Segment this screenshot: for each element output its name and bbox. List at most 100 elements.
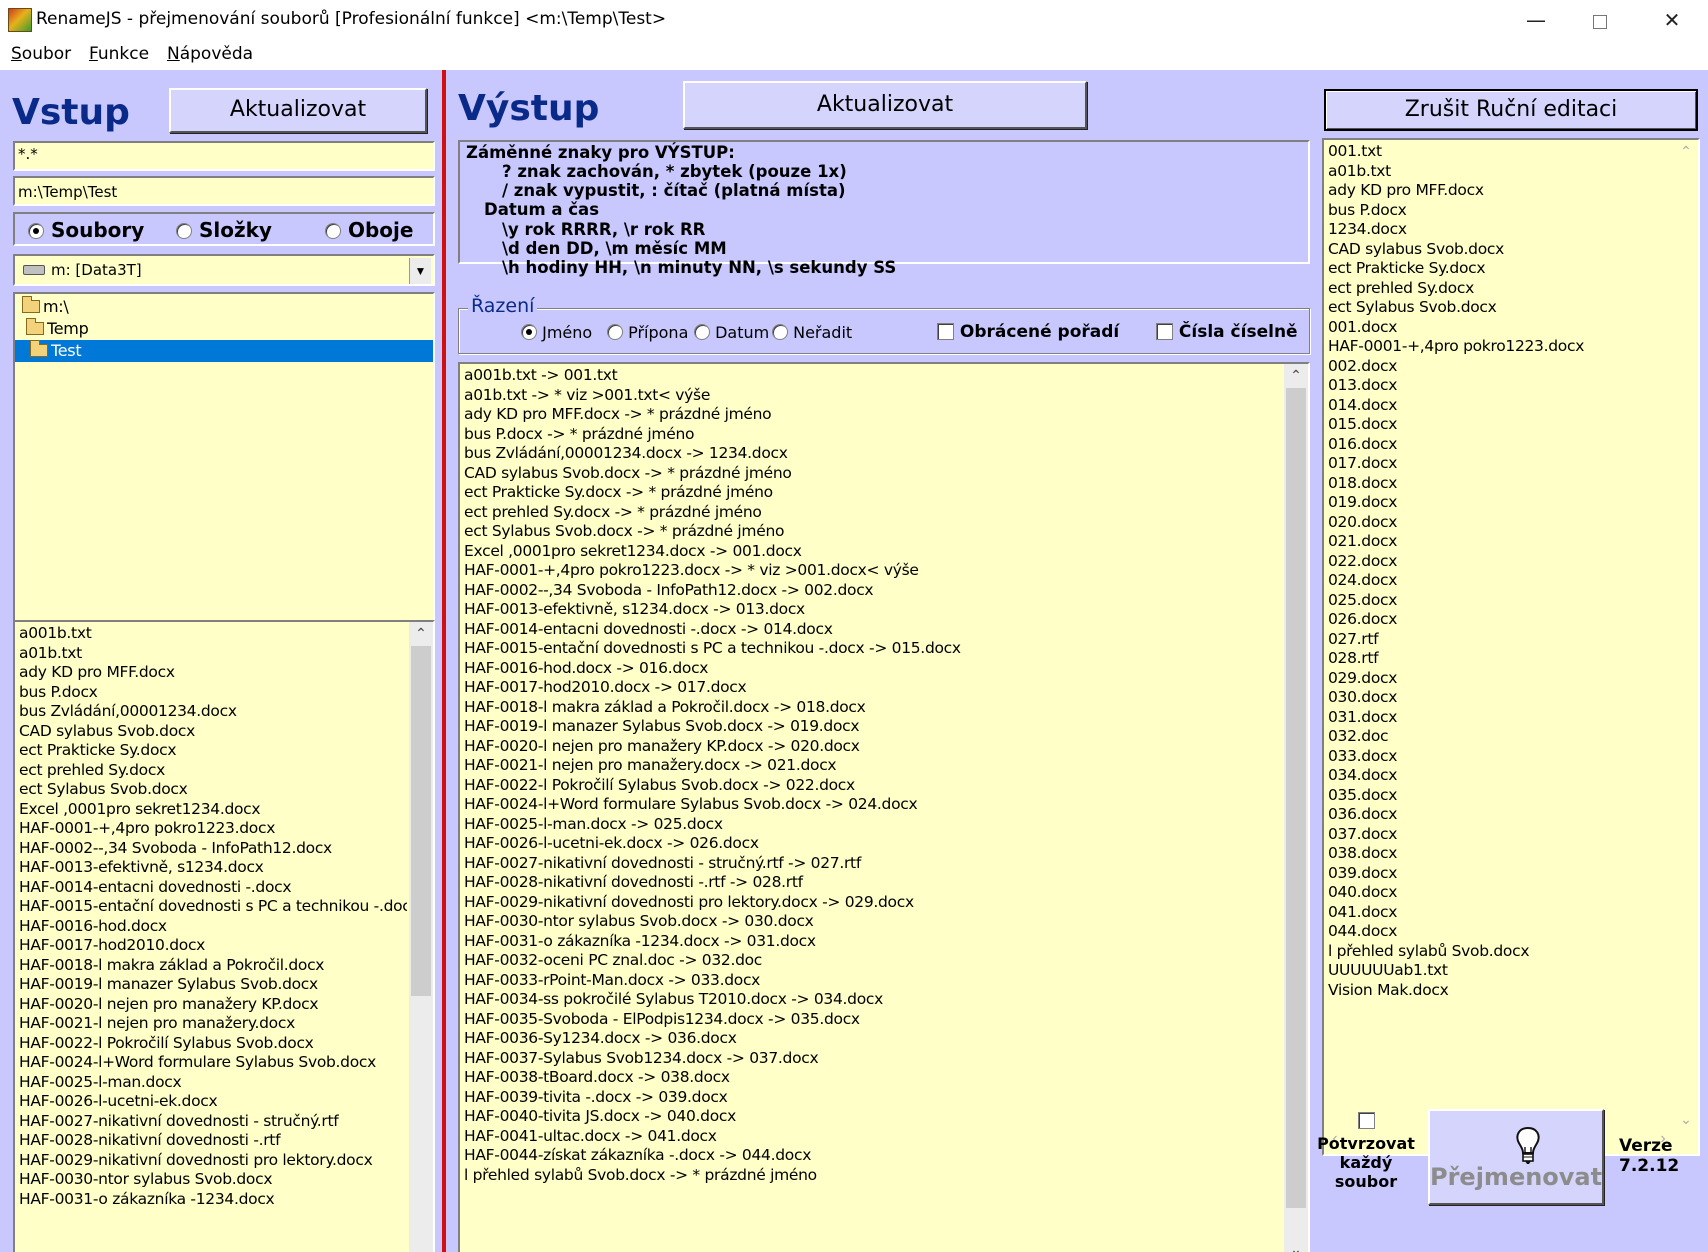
result-name-item[interactable]: 013.docx [1324, 376, 1670, 396]
input-file-item[interactable]: HAF-0020-l nejen pro manažery KP.docx [15, 995, 407, 1015]
rename-preview-item[interactable]: HAF-0033-rPoint-Man.docx -> 033.docx [460, 971, 1282, 991]
rename-preview-list[interactable]: a001b.txt -> 001.txt a01b.txt -> * viz >0… [458, 362, 1310, 1252]
result-name-item[interactable]: 040.docx [1324, 883, 1670, 903]
result-name-item[interactable]: 017.docx [1324, 454, 1670, 474]
input-file-item[interactable]: HAF-0019-l manazer Sylabus Svob.docx [15, 975, 407, 995]
input-file-item[interactable]: HAF-0024-l+Word formulare Sylabus Svob.d… [15, 1053, 407, 1073]
result-name-item[interactable]: 019.docx [1324, 493, 1670, 513]
scroll-up-icon[interactable]: ⌃ [409, 622, 433, 644]
rename-preview-item[interactable]: HAF-0013-efektivně, s1234.docx -> 013.do… [460, 600, 1282, 620]
rename-preview-item[interactable]: HAF-0016-hod.docx -> 016.docx [460, 659, 1282, 679]
rename-preview-item[interactable]: l přehled sylabů Svob.docx -> * prázdné … [460, 1166, 1282, 1186]
rename-preview-item[interactable]: HAF-0032-oceni PC znal.doc -> 032.doc [460, 951, 1282, 971]
drive-select[interactable]: m: [Data3T] ▼ [13, 254, 435, 286]
close-button[interactable]: ✕ [1644, 0, 1700, 40]
rename-preview-item[interactable]: HAF-0041-ultac.docx -> 041.docx [460, 1127, 1282, 1147]
scroll-down-icon[interactable]: ⌄ [1284, 1238, 1308, 1252]
scroll-down-icon[interactable]: ⌄ [1674, 1108, 1698, 1130]
result-name-item[interactable]: 030.docx [1324, 688, 1670, 708]
input-file-item[interactable]: HAF-0013-efektivně, s1234.docx [15, 858, 407, 878]
mode-soubory-radio[interactable] [28, 223, 44, 239]
input-file-item[interactable]: a01b.txt [15, 644, 407, 664]
mode-soubory[interactable]: Soubory [28, 218, 144, 242]
result-name-item[interactable]: bus P.docx [1324, 201, 1670, 221]
input-file-item[interactable]: ect Prakticke Sy.docx [15, 741, 407, 761]
input-file-item[interactable]: HAF-0001-+,4pro pokro1223.docx [15, 819, 407, 839]
input-file-item[interactable]: HAF-0031-o zákazníka -1234.docx [15, 1190, 407, 1210]
result-name-item[interactable]: ect Prakticke Sy.docx [1324, 259, 1670, 279]
rename-preview-item[interactable]: HAF-0019-l manazer Sylabus Svob.docx -> … [460, 717, 1282, 737]
input-file-item[interactable]: HAF-0022-l Pokročilí Sylabus Svob.docx [15, 1034, 407, 1054]
input-file-item[interactable]: bus P.docx [15, 683, 407, 703]
result-name-item[interactable]: 024.docx [1324, 571, 1670, 591]
input-file-item[interactable]: HAF-0021-l nejen pro manažery.docx [15, 1014, 407, 1034]
result-name-item[interactable]: 1234.docx [1324, 220, 1670, 240]
rename-preview-item[interactable]: HAF-0035-Svoboda - ElPodpis1234.docx -> … [460, 1010, 1282, 1030]
result-vscrollbar[interactable]: ⌃ ⌄ [1674, 140, 1698, 1130]
rename-preview-item[interactable]: HAF-0001-+,4pro pokro1223.docx -> * viz … [460, 561, 1282, 581]
cancel-manual-edit-button[interactable]: Zrušit Ruční editaci [1324, 89, 1698, 131]
rename-preview-item[interactable]: ect Sylabus Svob.docx -> * prázdné jméno [460, 522, 1282, 542]
input-file-item[interactable]: ady KD pro MFF.docx [15, 663, 407, 683]
scroll-up-icon[interactable]: ⌃ [1674, 140, 1698, 162]
sort-jmeno[interactable]: Jméno [521, 323, 592, 342]
result-name-item[interactable]: UUUUUUab1.txt [1324, 961, 1670, 981]
menu-funkce[interactable]: Funkce [89, 44, 149, 64]
scroll-up-icon[interactable]: ⌃ [1284, 364, 1308, 386]
result-name-item[interactable]: 032.doc [1324, 727, 1670, 747]
numeric-sort-option[interactable]: Čísla číselně [1156, 322, 1298, 342]
result-name-item[interactable]: 031.docx [1324, 708, 1670, 728]
rename-preview-item[interactable]: HAF-0040-tivita JS.docx -> 040.docx [460, 1107, 1282, 1127]
mode-slozky[interactable]: Složky [176, 218, 272, 242]
rename-preview-item[interactable]: HAF-0017-hod2010.docx -> 017.docx [460, 678, 1282, 698]
sort-datum-radio[interactable] [694, 324, 710, 340]
rename-preview-item[interactable]: a01b.txt -> * viz >001.txt< výše [460, 386, 1282, 406]
rename-preview-item[interactable]: HAF-0030-ntor sylabus Svob.docx -> 030.d… [460, 912, 1282, 932]
rename-preview-item[interactable]: HAF-0021-l nejen pro manažery.docx -> 02… [460, 756, 1282, 776]
result-name-item[interactable]: ady KD pro MFF.docx [1324, 181, 1670, 201]
result-name-item[interactable]: Vision Mak.docx [1324, 981, 1670, 1001]
rename-preview-item[interactable]: HAF-0027-nikativní dovednosti - stručný.… [460, 854, 1282, 874]
input-file-item[interactable]: HAF-0027-nikativní dovednosti - stručný.… [15, 1112, 407, 1132]
result-name-item[interactable]: 022.docx [1324, 552, 1670, 572]
rename-preview-item[interactable]: HAF-0044-získat zákazníka -.docx -> 044.… [460, 1146, 1282, 1166]
input-file-item[interactable]: HAF-0016-hod.docx [15, 917, 407, 937]
result-name-item[interactable]: 026.docx [1324, 610, 1670, 630]
result-name-item[interactable]: ect prehled Sy.docx [1324, 279, 1670, 299]
input-file-item[interactable]: HAF-0002--,34 Svoboda - InfoPath12.docx [15, 839, 407, 859]
rename-preview-item[interactable]: HAF-0022-l Pokročilí Sylabus Svob.docx -… [460, 776, 1282, 796]
menu-soubor[interactable]: Soubor [11, 44, 71, 64]
mask-input[interactable]: *.* [13, 141, 435, 171]
result-name-item[interactable]: 016.docx [1324, 435, 1670, 455]
output-refresh-button[interactable]: Aktualizovat [683, 81, 1087, 129]
result-name-item[interactable]: 020.docx [1324, 513, 1670, 533]
rename-preview-item[interactable]: ady KD pro MFF.docx -> * prázdné jméno [460, 405, 1282, 425]
rename-preview-item[interactable]: a001b.txt -> 001.txt [460, 366, 1282, 386]
folder-item-temp[interactable]: Temp [15, 318, 433, 340]
result-name-item[interactable]: 044.docx [1324, 922, 1670, 942]
sort-pripona-radio[interactable] [607, 324, 623, 340]
result-name-item[interactable]: 029.docx [1324, 669, 1670, 689]
rename-preview-item[interactable]: Excel ,0001pro sekret1234.docx -> 001.do… [460, 542, 1282, 562]
rename-preview-item[interactable]: HAF-0015-entační dovednosti s PC a techn… [460, 639, 1282, 659]
input-file-item[interactable]: ect Sylabus Svob.docx [15, 780, 407, 800]
rename-preview-item[interactable]: HAF-0031-o zákazníka -1234.docx -> 031.d… [460, 932, 1282, 952]
input-file-item[interactable]: CAD sylabus Svob.docx [15, 722, 407, 742]
mode-oboje-radio[interactable] [325, 223, 341, 239]
rename-preview-item[interactable]: HAF-0020-l nejen pro manažery KP.docx ->… [460, 737, 1282, 757]
result-name-item[interactable]: 034.docx [1324, 766, 1670, 786]
input-file-item[interactable]: bus Zvládání,00001234.docx [15, 702, 407, 722]
rename-preview-item[interactable]: HAF-0037-Sylabus Svob1234.docx -> 037.do… [460, 1049, 1282, 1069]
input-file-item[interactable]: a001b.txt [15, 624, 407, 644]
rename-preview-item[interactable]: bus Zvládání,00001234.docx -> 1234.docx [460, 444, 1282, 464]
result-name-item[interactable]: 041.docx [1324, 903, 1670, 923]
rename-preview-item[interactable]: HAF-0014-entacni dovednosti -.docx -> 01… [460, 620, 1282, 640]
reverse-order-option[interactable]: Obrácené pořadí [937, 322, 1119, 342]
result-name-item[interactable]: ect Sylabus Svob.docx [1324, 298, 1670, 318]
sort-neradit[interactable]: Neřadit [772, 323, 852, 342]
rename-preview-item[interactable]: HAF-0039-tivita -.docx -> 039.docx [460, 1088, 1282, 1108]
result-name-list[interactable]: 001.txt a01b.txt ady KD pro MFF.docx bus P.… [1322, 138, 1700, 1156]
rename-preview-item[interactable]: ect Prakticke Sy.docx -> * prázdné jméno [460, 483, 1282, 503]
result-name-item[interactable]: 015.docx [1324, 415, 1670, 435]
result-name-item[interactable]: 025.docx [1324, 591, 1670, 611]
